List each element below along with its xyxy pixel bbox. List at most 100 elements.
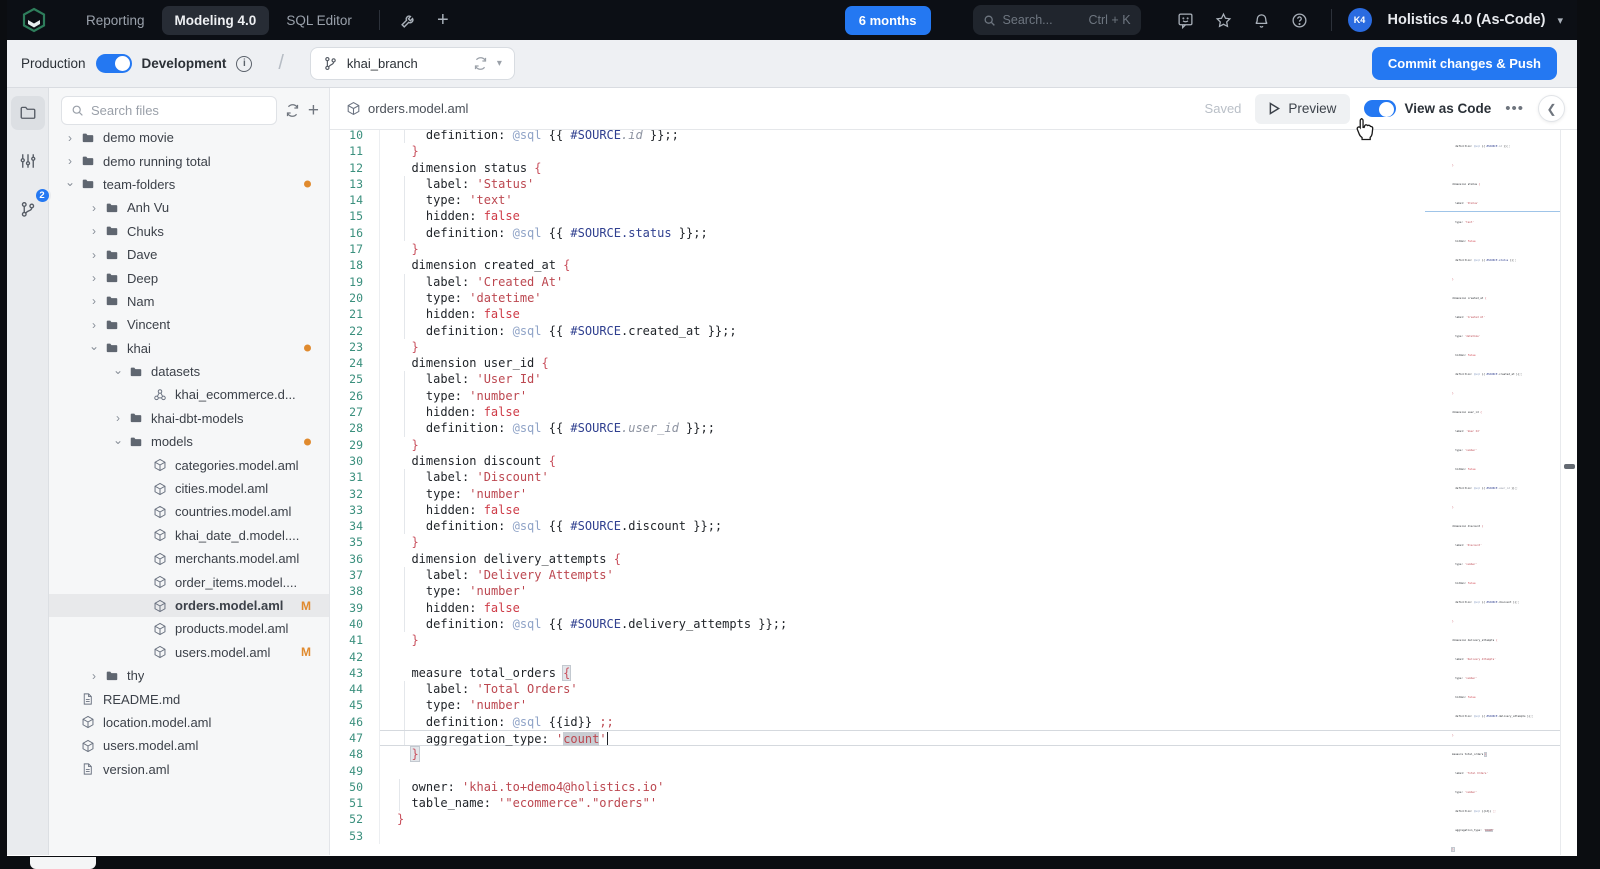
code-line-text[interactable]: hidden: false (380, 501, 1560, 519)
add-file-icon[interactable]: + (308, 101, 319, 120)
code-line-text[interactable]: definition: @sql {{ #SOURCE.created_at }… (380, 322, 1560, 340)
tree-item-deep[interactable]: › Deep (49, 266, 329, 289)
code-line-text[interactable]: measure total_orders { (380, 664, 1560, 681)
code-line-text[interactable]: type: 'number' (380, 583, 1560, 600)
code-line-text[interactable]: dimension discount { (380, 453, 1560, 469)
code-line-text[interactable]: dimension delivery_attempts { (380, 551, 1560, 567)
code-line-text[interactable]: definition: @sql {{id}} ;; (380, 713, 1560, 731)
tree-item-chuks[interactable]: › Chuks (49, 220, 329, 243)
code-line-text[interactable]: label: 'Status' (380, 175, 1560, 193)
tree-item-orders-model-aml[interactable]: orders.model.aml M (49, 593, 329, 618)
code-line-text[interactable]: label: 'Delivery Attempts' (380, 567, 1560, 584)
tree-item-anh-vu[interactable]: › Anh Vu (49, 196, 329, 219)
refresh-files-icon[interactable] (285, 103, 300, 118)
tree-item-cities-model-aml[interactable]: cities.model.aml (49, 477, 329, 500)
code-line-text[interactable] (380, 828, 1560, 844)
code-line-text[interactable]: type: 'number' (380, 485, 1560, 503)
code-line-text[interactable]: label: 'Discount' (380, 469, 1560, 486)
scrollbar-thumb[interactable] (1564, 464, 1575, 469)
chevron-down-icon[interactable]: ▾ (1557, 14, 1563, 27)
code-line-text[interactable]: } (380, 534, 1560, 550)
chevron-icon[interactable]: › (83, 271, 105, 285)
tree-item-models[interactable]: ⌄ models (49, 430, 329, 453)
code-line-text[interactable]: } (380, 437, 1560, 453)
info-icon[interactable]: i (236, 55, 253, 72)
code-line-text[interactable]: } (380, 746, 1560, 763)
code-line-text[interactable]: hidden: false (380, 208, 1560, 226)
code-line-text[interactable]: type: 'text' (380, 192, 1560, 209)
trial-period-button[interactable]: 6 months (844, 5, 931, 35)
code-line-text[interactable]: } (380, 632, 1560, 648)
code-line-text[interactable]: hidden: false (380, 404, 1560, 421)
chevron-icon[interactable]: ⌄ (107, 433, 129, 447)
code-line-text[interactable]: } (380, 811, 1560, 827)
code-line-text[interactable]: aggregation_type: 'count' (380, 729, 1560, 747)
workspace-name[interactable]: Holistics 4.0 (As-Code) (1388, 12, 1546, 28)
chevron-icon[interactable]: › (83, 318, 105, 332)
tree-item-khai[interactable]: ⌄ khai (49, 337, 329, 360)
tree-item-categories-model-aml[interactable]: categories.model.aml (49, 453, 329, 476)
help-icon[interactable] (1285, 5, 1315, 35)
code-line-text[interactable]: definition: @sql {{ #SOURCE.user_id }};; (380, 420, 1560, 437)
code-line-text[interactable]: definition: @sql {{ #SOURCE.delivery_att… (380, 615, 1560, 633)
code-line-text[interactable] (380, 649, 1560, 665)
tree-item-dave[interactable]: › Dave (49, 243, 329, 266)
tab-sql-editor[interactable]: SQL Editor (273, 6, 365, 35)
chevron-icon[interactable]: › (59, 154, 81, 168)
tree-item-version-aml[interactable]: version.aml (49, 758, 329, 781)
code-line-text[interactable]: table_name: '"ecommerce"."orders"' (380, 795, 1560, 812)
tree-item-readme-md[interactable]: README.md (49, 687, 329, 710)
code-line-text[interactable]: label: 'Created At' (380, 273, 1560, 291)
chevron-icon[interactable]: › (83, 201, 105, 215)
tree-item-demo-movie[interactable]: › demo movie (49, 126, 329, 149)
code-line-text[interactable]: type: 'datetime' (380, 289, 1560, 307)
code-line-text[interactable]: owner: 'khai.to+demo4@holistics.io' (380, 778, 1560, 796)
collapse-panel-icon[interactable]: ❮ (1538, 95, 1565, 122)
tree-item-khai-dbt-models[interactable]: › khai-dbt-models (49, 407, 329, 430)
tree-item-products-model-aml[interactable]: products.model.aml (49, 617, 329, 640)
vertical-scrollbar[interactable] (1560, 130, 1577, 855)
tree-item-merchants-model-aml[interactable]: merchants.model.aml (49, 547, 329, 570)
tree-item-thy[interactable]: › thy (49, 664, 329, 687)
tree-item-users-model-aml[interactable]: users.model.aml M (49, 641, 329, 664)
tree-item-khai-date-d-model-[interactable]: khai_date_d.model.... (49, 524, 329, 547)
environment-toggle[interactable] (95, 54, 132, 73)
tree-item-demo-running-total[interactable]: › demo running total (49, 149, 329, 172)
tab-modeling[interactable]: Modeling 4.0 (161, 5, 270, 35)
code-line-text[interactable]: } (380, 339, 1560, 355)
add-icon[interactable]: + (428, 5, 458, 35)
chevron-down-icon[interactable]: ▾ (497, 58, 502, 69)
more-options-icon[interactable]: ••• (1505, 100, 1524, 117)
chevron-icon[interactable]: › (59, 131, 81, 145)
feedback-icon[interactable] (1171, 5, 1201, 35)
code-line-text[interactable]: dimension user_id { (380, 355, 1560, 371)
favorites-star-icon[interactable] (1209, 5, 1239, 35)
tree-item-location-model-aml[interactable]: location.model.aml (49, 711, 329, 734)
chevron-icon[interactable]: ⌄ (59, 175, 81, 189)
wrench-icon[interactable] (394, 5, 424, 35)
chevron-icon[interactable]: › (83, 669, 105, 683)
chevron-icon[interactable]: › (83, 248, 105, 262)
preview-button[interactable]: Preview (1255, 93, 1351, 124)
settings-sliders-button[interactable] (11, 144, 45, 178)
holistics-logo-icon[interactable] (21, 7, 47, 33)
view-as-code-toggle[interactable] (1364, 100, 1397, 117)
code-line-text[interactable]: dimension created_at { (380, 257, 1560, 273)
code-line-text[interactable]: definition: @sql {{ #SOURCE.status }};; (380, 224, 1560, 242)
chevron-icon[interactable]: ⌄ (107, 363, 129, 377)
version-control-button[interactable]: 2 (11, 187, 51, 226)
code-line-text[interactable]: label: 'User Id' (380, 371, 1560, 389)
code-line-text[interactable]: } (380, 143, 1560, 159)
tab-reporting[interactable]: Reporting (73, 6, 158, 35)
files-panel-button[interactable] (10, 96, 45, 130)
tree-item-vincent[interactable]: › Vincent (49, 313, 329, 336)
branch-selector[interactable]: khai_branch ▾ (309, 47, 515, 80)
refresh-icon[interactable] (473, 56, 488, 71)
tree-item-datasets[interactable]: ⌄ datasets (49, 360, 329, 383)
commit-changes-button[interactable]: Commit changes & Push (1371, 47, 1557, 80)
code-line-text[interactable]: definition: @sql {{ #SOURCE.id }};; (380, 130, 1560, 144)
chevron-icon[interactable]: › (107, 411, 129, 425)
code-line-text[interactable]: hidden: false (380, 599, 1560, 617)
user-avatar[interactable]: K4 (1347, 8, 1372, 32)
tree-item-countries-model-aml[interactable]: countries.model.aml (49, 500, 329, 523)
